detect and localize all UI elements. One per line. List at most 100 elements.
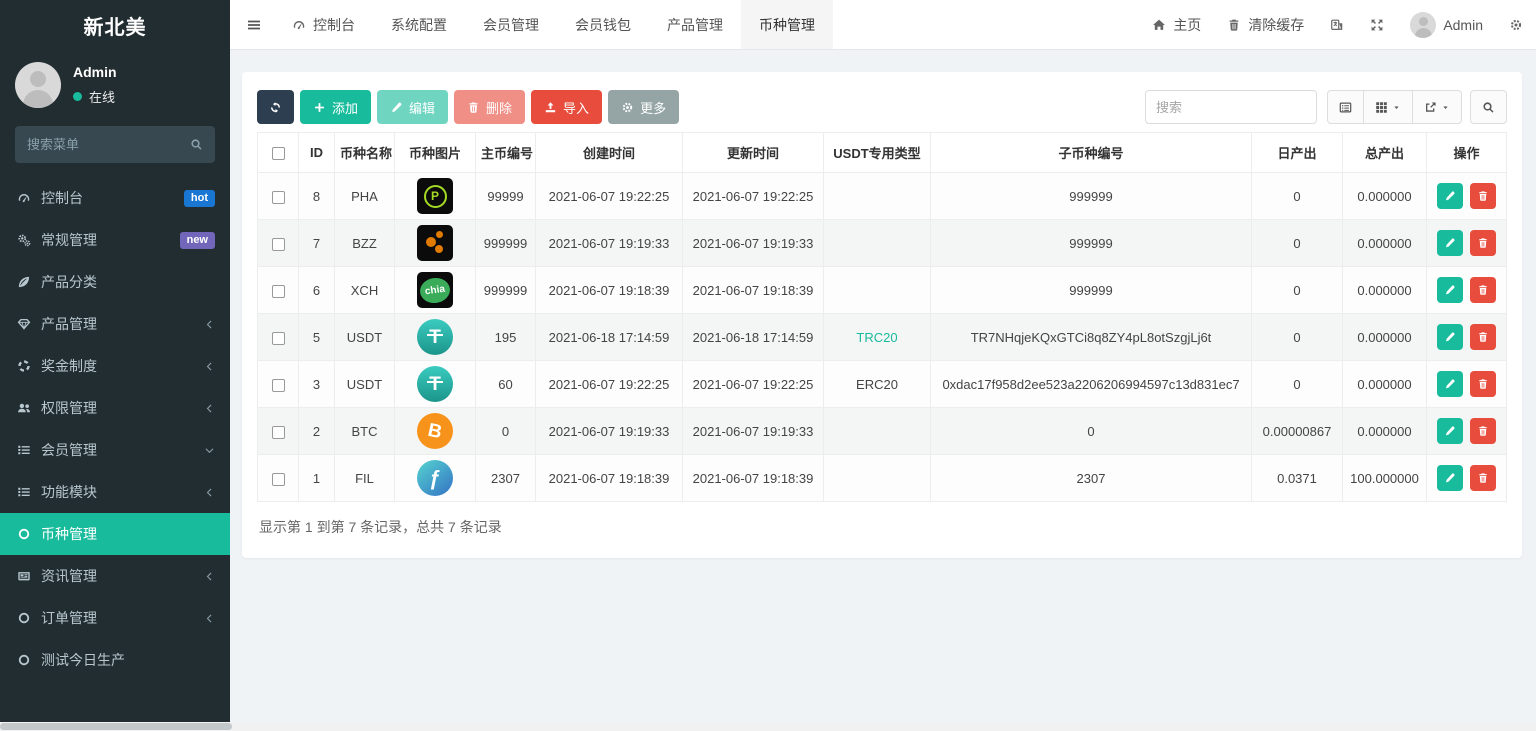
coins-table: ID 币种名称 币种图片 主币编号 创建时间 更新时间 USDT专用类型 子币种…	[257, 132, 1507, 502]
row-checkbox[interactable]	[272, 285, 285, 298]
cell-actions	[1427, 455, 1507, 502]
table-toolbar: 添加 编辑 删除 导入 更多	[257, 90, 1507, 124]
tab-member-wallet[interactable]: 会员钱包	[557, 0, 649, 49]
sidebar-item-news-manage[interactable]: 资讯管理	[0, 555, 230, 597]
delete-button[interactable]	[1470, 183, 1496, 209]
export-button[interactable]	[1412, 90, 1462, 124]
tab-product-manage[interactable]: 产品管理	[649, 0, 741, 49]
import-button[interactable]: 导入	[531, 90, 602, 124]
sidebar-item-label: 权限管理	[41, 398, 97, 418]
button-label: 删除	[486, 98, 512, 117]
cell-coin-name: BTC	[335, 408, 395, 455]
row-checkbox[interactable]	[272, 379, 285, 392]
more-button[interactable]: 更多	[608, 90, 679, 124]
tab-member-manage[interactable]: 会员管理	[465, 0, 557, 49]
add-button[interactable]: 添加	[300, 90, 371, 124]
user-info: Admin 在线	[73, 64, 117, 106]
table-search-input[interactable]	[1145, 90, 1317, 124]
tab-label: 会员钱包	[575, 15, 631, 35]
sidebar-item-label: 产品分类	[41, 272, 97, 292]
col-coin-image: 币种图片	[395, 133, 476, 173]
delete-button[interactable]	[1470, 418, 1496, 444]
cell-daily-output: 0.00000867	[1252, 408, 1343, 455]
upload-icon	[544, 101, 557, 114]
delete-button[interactable]	[1470, 371, 1496, 397]
horizontal-scrollbar[interactable]	[0, 722, 1536, 731]
sidebar-item-product-manage[interactable]: 产品管理	[0, 303, 230, 345]
tab-coin-manage[interactable]: 币种管理	[741, 0, 833, 49]
cell-created: 2021-06-07 19:22:25	[536, 173, 683, 220]
edit-button[interactable]	[1437, 183, 1463, 209]
sidebar-item-label: 资讯管理	[41, 566, 97, 586]
search-icon	[1482, 101, 1495, 114]
cell-created: 2021-06-07 19:22:25	[536, 361, 683, 408]
avatar	[15, 62, 61, 108]
tab-system-config[interactable]: 系统配置	[373, 0, 465, 49]
cell-usdt-type	[824, 455, 931, 502]
columns-button[interactable]	[1363, 90, 1413, 124]
scrollbar-thumb[interactable]	[0, 723, 232, 730]
delete-button[interactable]	[1470, 324, 1496, 350]
home-icon	[1152, 18, 1166, 32]
edit-button[interactable]	[1437, 465, 1463, 491]
col-updated: 更新时间	[683, 133, 824, 173]
tab-dashboard[interactable]: 控制台	[274, 0, 373, 49]
sidebar-item-general[interactable]: 常规管理 new	[0, 219, 230, 261]
sidebar-toggle-icon[interactable]	[246, 17, 262, 33]
edit-button[interactable]	[1437, 418, 1463, 444]
sidebar-item-order-manage[interactable]: 订单管理	[0, 597, 230, 639]
sidebar-item-auth-manage[interactable]: 权限管理	[0, 387, 230, 429]
sidebar-item-dashboard[interactable]: 控制台 hot	[0, 177, 230, 219]
sidebar-item-bonus-system[interactable]: 奖金制度	[0, 345, 230, 387]
settings-button[interactable]	[1496, 0, 1536, 49]
trash-icon	[1227, 18, 1241, 32]
clear-cache-link[interactable]: 清除缓存	[1214, 0, 1317, 49]
edit-button[interactable]: 编辑	[377, 90, 448, 124]
row-checkbox[interactable]	[272, 332, 285, 345]
col-daily-output: 日产出	[1252, 133, 1343, 173]
row-checkbox[interactable]	[272, 191, 285, 204]
sidebar-item-function-module[interactable]: 功能模块	[0, 471, 230, 513]
user-menu[interactable]: Admin	[1397, 0, 1496, 49]
cell-created: 2021-06-07 19:18:39	[536, 267, 683, 314]
refresh-button[interactable]	[257, 90, 294, 124]
sidebar-item-label: 奖金制度	[41, 356, 97, 376]
cell-created: 2021-06-07 19:18:39	[536, 455, 683, 502]
refresh-icon	[269, 101, 282, 114]
delete-button[interactable]	[1470, 465, 1496, 491]
cell-id: 5	[299, 314, 335, 361]
cell-main-no: 0	[476, 408, 536, 455]
toggle-view-button[interactable]	[1327, 90, 1364, 124]
newspaper-icon	[15, 569, 32, 583]
cell-sub-no: 999999	[931, 267, 1252, 314]
row-checkbox[interactable]	[272, 238, 285, 251]
delete-button[interactable]	[1470, 230, 1496, 256]
menu-search-input[interactable]	[27, 137, 190, 152]
home-link[interactable]: 主页	[1139, 0, 1214, 49]
cell-main-no: 999999	[476, 220, 536, 267]
sidebar-item-coin-manage[interactable]: 币种管理	[0, 513, 230, 555]
table-row: 2 BTC B 0 2021-06-07 19:19:33 2021-06-07…	[258, 408, 1507, 455]
edit-button[interactable]	[1437, 277, 1463, 303]
search-button[interactable]	[1470, 90, 1507, 124]
edit-button[interactable]	[1437, 230, 1463, 256]
language-button[interactable]	[1317, 0, 1357, 49]
sidebar-item-product-category[interactable]: 产品分类	[0, 261, 230, 303]
chevron-down-icon	[204, 445, 215, 456]
cell-coin-image: chia	[395, 267, 476, 314]
tachometer-icon	[15, 191, 32, 205]
cell-updated: 2021-06-07 19:22:25	[683, 173, 824, 220]
edit-button[interactable]	[1437, 324, 1463, 350]
delete-button[interactable]	[1470, 277, 1496, 303]
fullscreen-button[interactable]	[1357, 0, 1397, 49]
tab-label: 系统配置	[391, 15, 447, 35]
edit-button[interactable]	[1437, 371, 1463, 397]
row-checkbox[interactable]	[272, 426, 285, 439]
sidebar-item-test-today[interactable]: 测试今日生产	[0, 639, 230, 681]
cell-coin-image: T	[395, 314, 476, 361]
select-all-checkbox[interactable]	[272, 147, 285, 160]
cell-daily-output: 0	[1252, 314, 1343, 361]
sidebar-item-member-manage[interactable]: 会员管理	[0, 429, 230, 471]
delete-button[interactable]: 删除	[454, 90, 525, 124]
row-checkbox[interactable]	[272, 473, 285, 486]
